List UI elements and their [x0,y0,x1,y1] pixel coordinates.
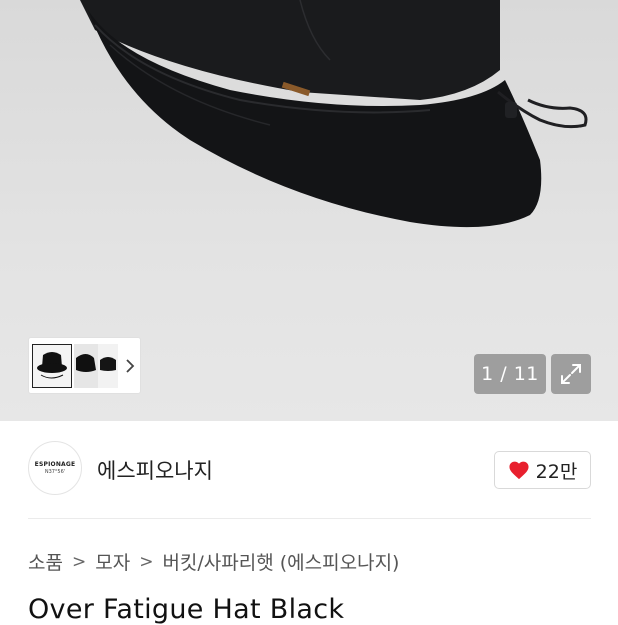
breadcrumb-separator: > [71,551,87,572]
brand-logo[interactable]: ESPIONAGE N37°56' [28,441,82,495]
brand-logo-subtext: N37°56' [44,468,66,475]
thumbnail-2[interactable] [74,344,98,388]
like-button[interactable]: 22만 [494,451,591,489]
brand-row: ESPIONAGE N37°56' 에스피오나지 22만 [28,441,591,499]
thumbnail-3-image [100,357,116,371]
thumbnail-1[interactable] [32,344,72,388]
chevron-right-icon[interactable] [121,352,139,380]
breadcrumb-item-bucket-hat[interactable]: 버킷/사파리햇 (에스피오나지) [162,548,399,575]
expand-icon[interactable] [551,354,591,394]
thumbnail-1-image [37,352,67,379]
heart-icon [509,461,529,480]
breadcrumb-item-accessories[interactable]: 소품 [28,548,63,575]
brand-name[interactable]: 에스피오나지 [97,455,213,485]
image-counter: 1 / 11 [474,354,546,394]
like-count: 22만 [535,460,578,483]
thumbnail-strip [28,337,141,394]
brand-logo-text: ESPIONAGE [34,460,76,468]
divider [28,518,591,519]
thumbnail-3[interactable] [98,344,118,388]
thumbnail-2-image [76,354,96,372]
breadcrumb: 소품 > 모자 > 버킷/사파리햇 (에스피오나지) [28,548,399,575]
product-title: Over Fatigue Hat Black [28,594,345,625]
breadcrumb-separator: > [139,551,154,572]
product-image-gallery[interactable]: 1 / 11 [0,0,618,421]
breadcrumb-item-hats[interactable]: 모자 [95,548,130,575]
